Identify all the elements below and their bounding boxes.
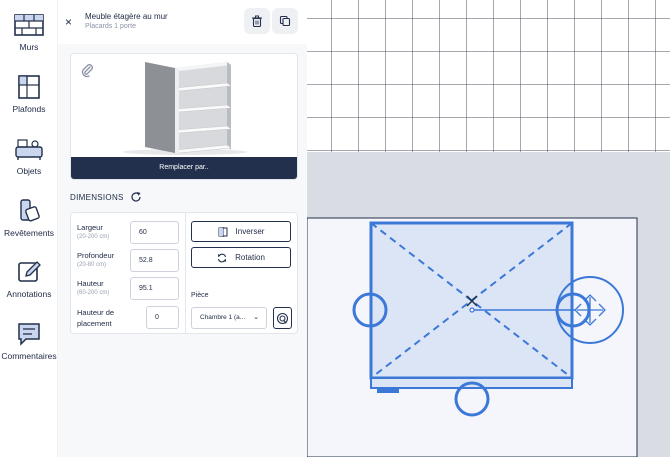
locate-room-button[interactable]: [273, 307, 292, 329]
placement-label-line2: placement: [77, 319, 112, 328]
close-icon[interactable]: ×: [65, 15, 72, 29]
largeur-input[interactable]: 60: [130, 221, 179, 244]
object-title: Meuble étagère au mur: [85, 12, 168, 21]
dimensions-heading: DIMENSIONS: [70, 193, 124, 202]
rail-label-revetements: Revêtements: [3, 228, 55, 238]
object-subtitle: Placards 1 porte: [85, 23, 136, 30]
hauteur-input[interactable]: 95.1: [130, 277, 179, 300]
rotation-label: Rotation: [235, 253, 265, 262]
hauteur-label: Hauteur: [77, 279, 104, 288]
shelf-unit-image: [123, 62, 247, 155]
largeur-hint: (20-200 cm): [77, 234, 110, 240]
inverser-button[interactable]: Inverser: [191, 221, 291, 242]
rail-label-objets: Objets: [16, 166, 42, 176]
rail-label-annotations: Annotations: [6, 289, 52, 299]
panel-header: × Meuble étagère au mur Placards 1 porte: [58, 0, 307, 44]
largeur-label: Largeur: [77, 223, 103, 232]
tiled-room: [307, 0, 670, 152]
profondeur-input[interactable]: 52.8: [130, 249, 179, 272]
placement-input[interactable]: 0: [146, 306, 179, 329]
comment-icon: [18, 323, 40, 346]
rail-label-commentaires: Commentaires: [1, 351, 57, 361]
duplicate-button[interactable]: [272, 8, 298, 34]
card-divider: [185, 213, 186, 333]
dimensions-card: Largeur (20-200 cm) 60 Profondeur (20-80…: [70, 212, 298, 334]
piece-select[interactable]: Chambre 1 (a... ⌄: [191, 307, 267, 329]
piece-select-value: Chambre 1 (a...: [200, 314, 246, 321]
plan-svg: [307, 0, 670, 457]
floor-plan-canvas[interactable]: [307, 0, 670, 457]
rail-item-commentaires[interactable]: Commentaires: [0, 321, 58, 361]
trash-icon: [252, 15, 262, 27]
piece-label: Pièce: [191, 292, 209, 299]
placement-label-line1: Hauteur de: [77, 308, 115, 317]
rail-item-murs[interactable]: Murs: [0, 12, 58, 52]
rail-item-objets[interactable]: Objets: [0, 136, 58, 176]
ceiling-icon: [18, 75, 40, 99]
refresh-icon[interactable]: [130, 191, 142, 203]
target-icon: [276, 312, 289, 324]
rail-item-revetements[interactable]: Revêtements: [0, 198, 58, 238]
object-preview: Remplacer par..: [70, 53, 298, 180]
properties-panel: × Meuble étagère au mur Placards 1 porte: [58, 0, 307, 457]
hauteur-hint: (60-200 cm): [77, 290, 110, 296]
replace-button[interactable]: Remplacer par..: [71, 157, 297, 179]
rail-label-murs: Murs: [19, 42, 39, 52]
objects-icon: [15, 139, 43, 160]
delete-button[interactable]: [244, 8, 270, 34]
coatings-icon: [20, 199, 40, 222]
rotate-icon: [218, 253, 227, 262]
rail-item-plafonds[interactable]: Plafonds: [0, 74, 58, 114]
chevron-down-icon: ⌄: [253, 314, 259, 321]
wall-icon: [14, 14, 44, 36]
copy-icon: [279, 15, 291, 27]
inverser-label: Inverser: [235, 227, 265, 236]
flip-icon: [218, 226, 228, 237]
selected-furniture[interactable]: [369, 221, 575, 393]
rail-label-plafonds: Plafonds: [12, 104, 46, 114]
profondeur-label: Profondeur: [77, 251, 115, 260]
profondeur-hint: (20-80 cm): [77, 262, 107, 268]
tool-rail: Murs Plafonds Objets Revêtements Annotat…: [0, 0, 58, 457]
annotation-icon: [18, 261, 41, 282]
rotation-button[interactable]: Rotation: [191, 247, 291, 268]
rail-item-annotations[interactable]: Annotations: [0, 259, 58, 299]
